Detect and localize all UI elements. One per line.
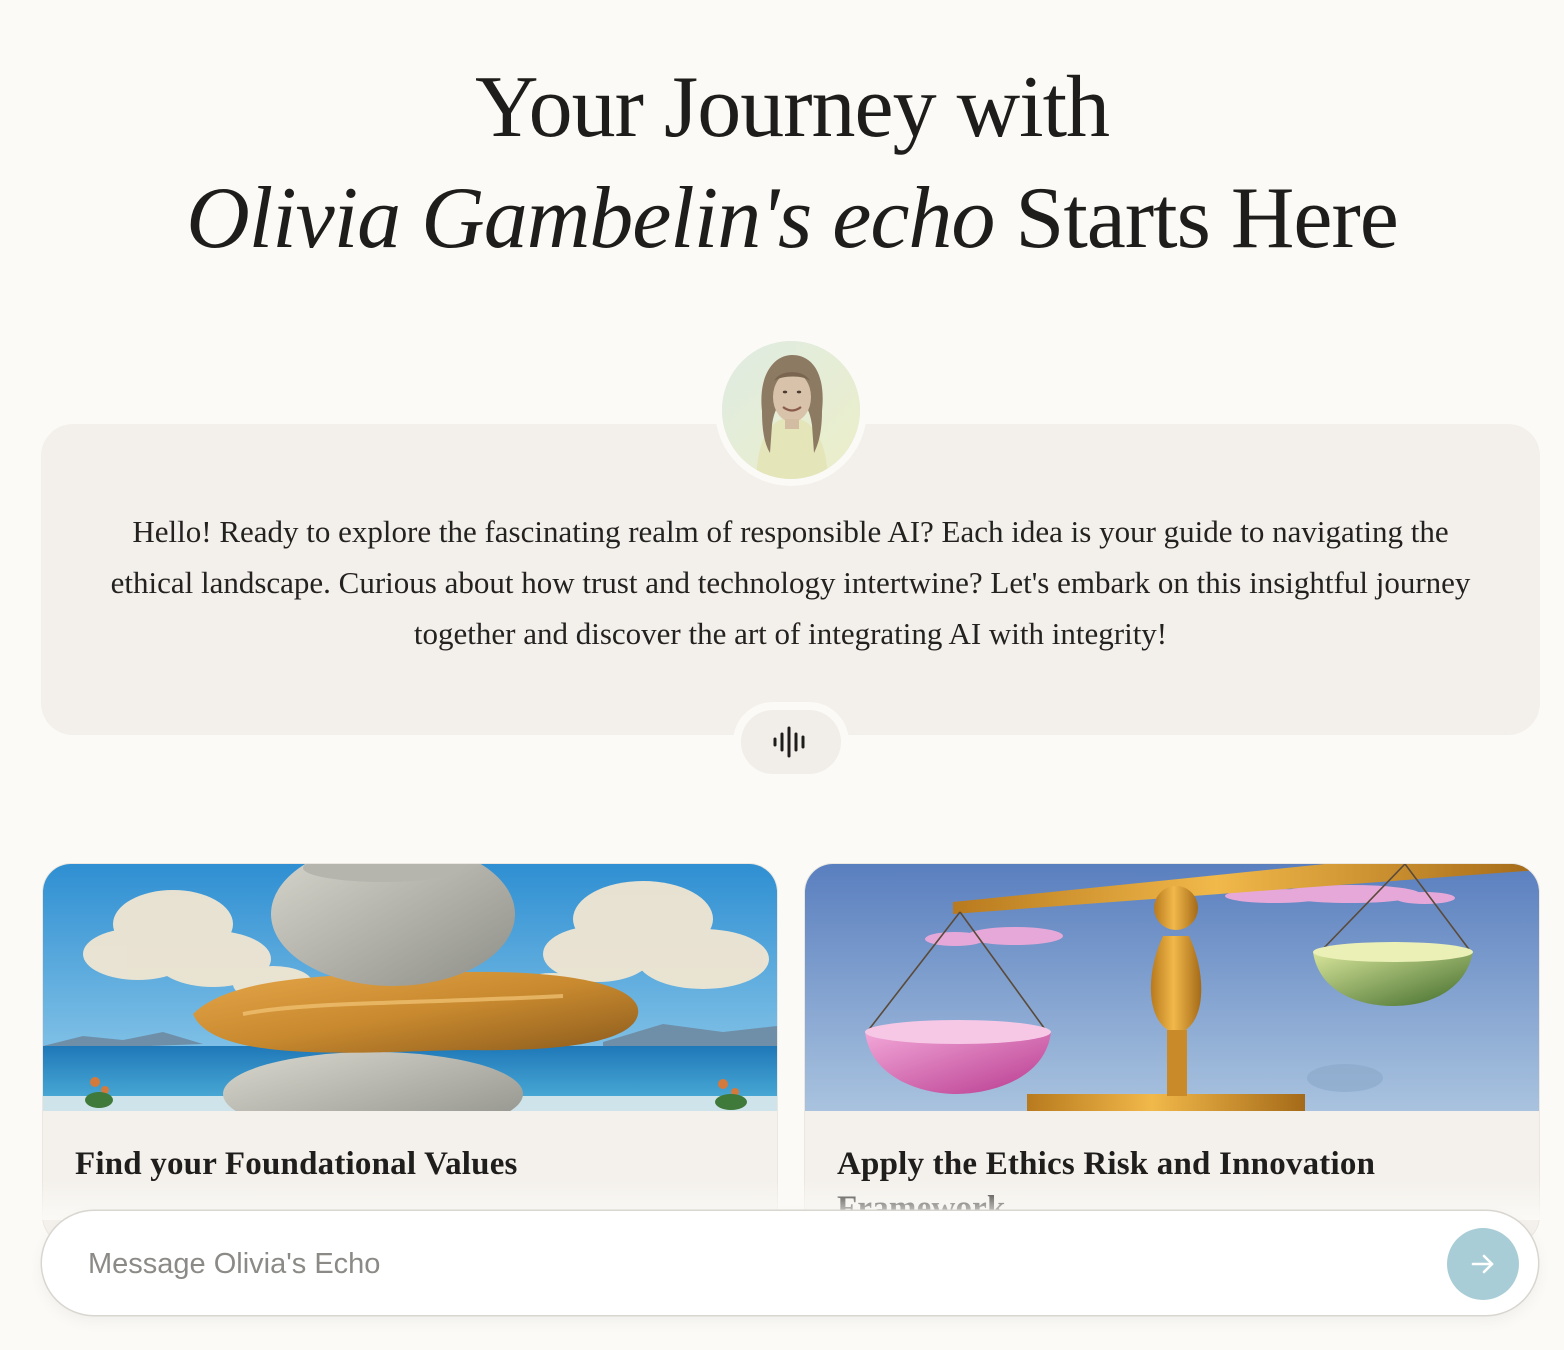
message-composer [42, 1211, 1538, 1315]
audio-waveform-icon [773, 726, 805, 758]
title-line-2-rest: Starts Here [994, 170, 1398, 267]
audio-button-container [733, 702, 849, 782]
play-audio-button[interactable] [741, 710, 841, 774]
balance-scale-painting-image [805, 864, 1539, 1111]
avatar-portrait-image [722, 341, 860, 479]
avatar-container [715, 334, 867, 486]
page-title: Your Journey with Olivia Gambelin's echo… [0, 52, 1564, 274]
avatar [722, 341, 860, 479]
title-line-1: Your Journey with [474, 59, 1110, 156]
arrow-right-icon [1471, 1254, 1494, 1274]
title-echo-name: Olivia Gambelin's echo [186, 170, 995, 267]
intro-message: Hello! Ready to explore the fascinating … [110, 514, 1471, 651]
message-input[interactable] [86, 1235, 1420, 1293]
send-button[interactable] [1447, 1228, 1519, 1300]
balanced-stones-painting-image [43, 864, 777, 1111]
